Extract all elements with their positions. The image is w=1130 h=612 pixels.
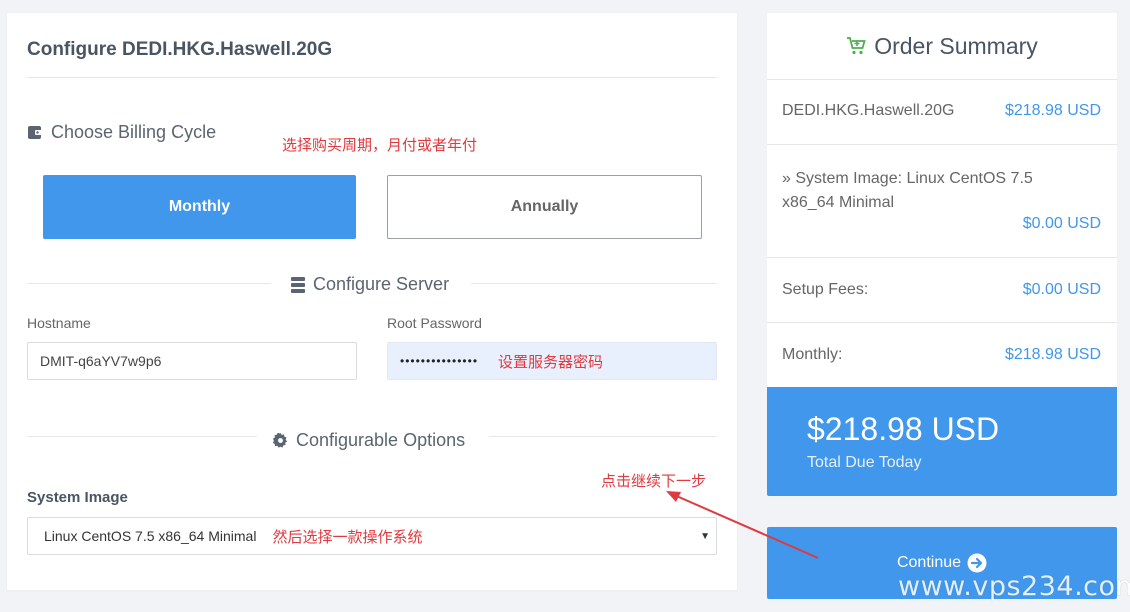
divider-right-2	[489, 436, 717, 437]
billing-monthly-button[interactable]: Monthly	[43, 175, 356, 239]
system-image-select[interactable]: Linux CentOS 7.5 x86_64 Minimal 然后选择一款操作…	[27, 517, 717, 555]
configurable-options-heading-text: Configurable Options	[296, 430, 466, 450]
divider-right	[471, 283, 717, 284]
summary-setup-label: Setup Fees:	[782, 281, 869, 298]
hostname-input[interactable]: DMIT-q6aYV7w9p6	[27, 342, 357, 380]
billing-annually-button[interactable]: Annually	[387, 175, 702, 239]
summary-product-price: $218.98 USD	[1004, 102, 1101, 119]
chevron-down-icon: ▼	[700, 531, 710, 542]
root-password-label: Root Password	[387, 315, 482, 331]
continue-label: Continue	[896, 554, 962, 571]
summary-product-name: DEDI.HKG.Haswell.20G	[782, 102, 955, 119]
summary-setup-value: $0.00 USD	[1022, 281, 1101, 298]
total-due-box: $218.98 USD Total Due Today	[767, 387, 1117, 496]
title-divider	[27, 77, 717, 78]
order-summary-heading-text: Order Summary	[874, 32, 1038, 59]
order-summary-panel: Order Summary DEDI.HKG.Haswell.20G $218.…	[767, 13, 1117, 496]
summary-monthly-label: Monthly:	[782, 346, 843, 363]
configure-panel: Configure DEDI.HKG.Haswell.20G Choose Bi…	[7, 13, 737, 590]
watermark-text: www.vps234.com	[898, 571, 1130, 602]
billing-cycle-heading-text: Choose Billing Cycle	[51, 122, 217, 142]
system-image-value: Linux CentOS 7.5 x86_64 Minimal	[44, 528, 257, 544]
divider-left	[27, 283, 271, 284]
hostname-label: Hostname	[27, 315, 91, 331]
gear-icon	[273, 433, 288, 448]
configure-server-heading: Configure Server	[291, 274, 449, 295]
total-due-label: Total Due Today	[807, 454, 922, 471]
billing-annotation: 选择购买周期，月付或者年付	[282, 136, 478, 154]
password-mask: •••••••••••••••	[400, 354, 479, 368]
summary-monthly-value: $218.98 USD	[1004, 346, 1101, 363]
arrow-circle-right-icon	[967, 553, 987, 573]
cart-icon	[847, 37, 866, 55]
os-annotation: 然后选择一款操作系统	[272, 527, 423, 546]
summary-product-row: DEDI.HKG.Haswell.20G $218.98 USD	[767, 80, 1117, 145]
summary-system-image-row: » System Image: Linux CentOS 7.5 x86_64 …	[767, 145, 1117, 258]
configurable-options-heading: Configurable Options	[273, 430, 465, 451]
system-image-label: System Image	[27, 489, 128, 506]
password-annotation: 设置服务器密码	[498, 353, 604, 371]
summary-system-image-price: $0.00 USD	[1022, 215, 1101, 232]
server-icon	[291, 276, 305, 293]
total-amount: $218.98 USD	[807, 411, 1000, 447]
summary-setup-row: Setup Fees: $0.00 USD	[767, 258, 1117, 323]
configure-server-heading-text: Configure Server	[313, 274, 450, 294]
page-title: Configure DEDI.HKG.Haswell.20G	[27, 39, 333, 60]
summary-system-image-line: » System Image: Linux CentOS 7.5 x86_64 …	[782, 170, 1033, 211]
order-summary-heading: Order Summary	[767, 13, 1117, 80]
wallet-icon	[28, 126, 42, 139]
summary-monthly-row: Monthly: $218.98 USD	[767, 323, 1117, 387]
continue-annotation: 点击继续下一步	[601, 472, 707, 490]
billing-cycle-heading: Choose Billing Cycle	[27, 122, 216, 143]
divider-left-2	[27, 436, 257, 437]
